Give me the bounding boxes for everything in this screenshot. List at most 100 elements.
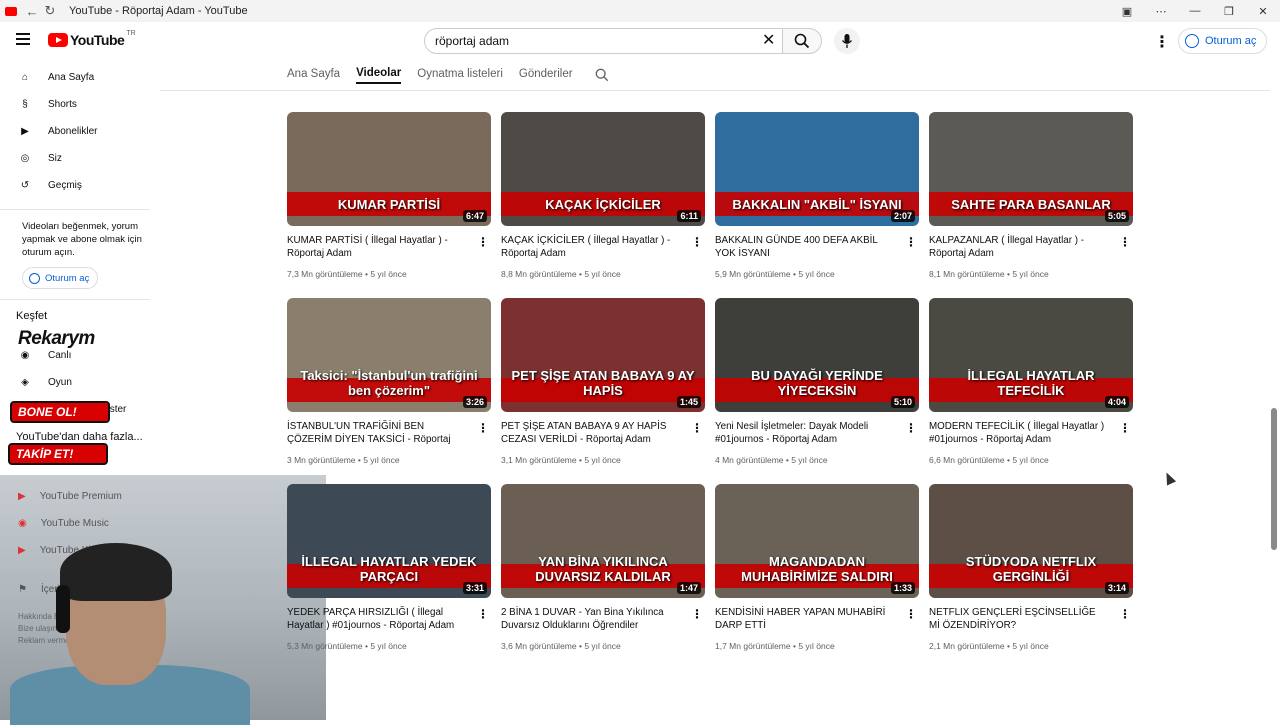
video-menu-icon[interactable]: ⋮: [691, 235, 703, 249]
video-title[interactable]: 2 BİNA 1 DUVAR - Yan Bina Yıkılınca Duva…: [501, 606, 681, 632]
sidebar-item-you[interactable]: ◎ Siz: [0, 145, 160, 172]
video-thumbnail[interactable]: BAKKALIN "AKBİL" İSYANI 2:07: [715, 112, 919, 226]
settings-menu-icon[interactable]: ⋮: [1154, 32, 1170, 52]
scrollbar-thumb[interactable]: [1271, 408, 1277, 550]
clear-search-icon[interactable]: ✕: [762, 32, 775, 50]
video-title[interactable]: NETFLIX GENÇLERİ EŞCİNSELLİĞE Mİ ÖZENDİR…: [929, 606, 1109, 632]
video-card[interactable]: KUMAR PARTİSİ 6:47 KUMAR PARTİSİ ( İllegal…: [287, 112, 491, 298]
video-card[interactable]: MAGANDADAN MUHABİRİMİZE SALDIRI 1:33 KENDİ…: [715, 484, 919, 670]
search-button[interactable]: [782, 28, 822, 54]
subscriptions-icon: ▶: [21, 126, 29, 137]
video-title[interactable]: KAÇAK İÇKİCİLER ( İllegal Hayatlar ) - R…: [501, 234, 681, 260]
video-card[interactable]: YAN BİNA YIKILINCA DUVARSIZ KALDILAR 1:47…: [501, 484, 705, 670]
logo-text: YouTube: [70, 32, 125, 48]
video-age: 5 yıl önce: [1012, 455, 1049, 465]
video-card[interactable]: STÜDYODA NETFLIX GERGİNLİĞİ 3:14 NETFLIX G…: [929, 484, 1133, 670]
video-menu-icon[interactable]: ⋮: [691, 607, 703, 621]
video-menu-icon[interactable]: ⋮: [905, 235, 917, 249]
thumbnail-caption: Taksici: "İstanbul'un trafiğini ben çöze…: [300, 368, 478, 398]
maximize-icon[interactable]: ❐: [1212, 5, 1246, 18]
video-thumbnail[interactable]: Taksici: "İstanbul'un trafiğini ben çöze…: [287, 298, 491, 412]
sidebar-item-premium[interactable]: ▶ YouTube Premium: [18, 483, 122, 510]
video-menu-icon[interactable]: ⋮: [905, 607, 917, 621]
sidebar-item-gaming[interactable]: ◈ Oyun: [0, 369, 160, 396]
sidebar-item-label: Shorts: [48, 99, 77, 110]
video-stats: 3 Mn görüntüleme • 5 yıl önce: [287, 455, 491, 465]
video-menu-icon[interactable]: ⋮: [477, 235, 489, 249]
tab-videos[interactable]: Videolar: [356, 67, 402, 84]
sidebar-signin-button[interactable]: Oturum aç: [22, 267, 98, 289]
menu-icon[interactable]: [16, 33, 30, 45]
video-stats: 4 Mn görüntüleme • 5 yıl önce: [715, 455, 919, 465]
video-title[interactable]: Yeni Nesil İşletmeler: Dayak Modeli #01j…: [715, 420, 895, 446]
signin-label: Oturum aç: [45, 272, 90, 284]
video-menu-icon[interactable]: ⋮: [477, 607, 489, 621]
video-age: 5 yıl önce: [584, 641, 621, 651]
video-menu-icon[interactable]: ⋮: [1119, 235, 1131, 249]
close-window-icon[interactable]: ✕: [1246, 5, 1280, 18]
video-thumbnail[interactable]: STÜDYODA NETFLIX GERGİNLİĞİ 3:14: [929, 484, 1133, 598]
signin-label: Oturum aç: [1205, 35, 1257, 47]
live-icon: ◉: [20, 350, 30, 361]
video-thumbnail[interactable]: KAÇAK İÇKİCİLER 6:11: [501, 112, 705, 226]
channel-search-icon[interactable]: [595, 68, 609, 82]
back-arrow-icon[interactable]: ←: [23, 4, 41, 19]
video-title[interactable]: KUMAR PARTİSİ ( İllegal Hayatlar ) - Röp…: [287, 234, 467, 260]
sidebar-item-subscriptions[interactable]: ▶ Abonelikler: [0, 118, 160, 145]
sidebar-item-music[interactable]: ◉ YouTube Music: [18, 510, 122, 537]
minimize-icon[interactable]: —: [1178, 5, 1212, 17]
video-card[interactable]: Taksici: "İstanbul'un trafiğini ben çöze…: [287, 298, 491, 484]
video-thumbnail[interactable]: PET ŞİŞE ATAN BABAYA 9 AY HAPİS 1:45: [501, 298, 705, 412]
search-input[interactable]: [435, 34, 755, 48]
video-title[interactable]: İSTANBUL'UN TRAFİĞİNİ BEN ÇÖZERİM DİYEN …: [287, 420, 467, 446]
tab-playlists[interactable]: Oynatma listeleri: [417, 68, 503, 83]
video-title[interactable]: MODERN TEFECİLİK ( İllegal Hayatlar ) #0…: [929, 420, 1109, 446]
video-menu-icon[interactable]: ⋮: [1119, 421, 1131, 435]
reload-icon[interactable]: ↻: [41, 3, 59, 19]
app-icon[interactable]: ▣: [1110, 5, 1144, 18]
sidebar-item-history[interactable]: ↺ Geçmiş: [0, 172, 160, 199]
video-thumbnail[interactable]: İLLEGAL HAYATLAR TEFECİLİK 4:04: [929, 298, 1133, 412]
sidebar-item-home[interactable]: ⌂ Ana Sayfa: [0, 64, 160, 91]
youtube-logo[interactable]: YouTube TR: [48, 30, 136, 48]
channel-tabs: Ana Sayfa Videolar Oynatma listeleri Gön…: [287, 64, 609, 86]
video-card[interactable]: PET ŞİŞE ATAN BABAYA 9 AY HAPİS 1:45 PET Ş…: [501, 298, 705, 484]
gaming-icon: ◈: [21, 377, 29, 388]
video-thumbnail[interactable]: KUMAR PARTİSİ 6:47: [287, 112, 491, 226]
video-title[interactable]: KENDİSİNİ HABER YAPAN MUHABİRİ DARP ETTİ: [715, 606, 895, 632]
youtube-premium-icon: ▶: [18, 491, 26, 502]
video-title[interactable]: YEDEK PARÇA HIRSIZLIĞI ( İllegal Hayatla…: [287, 606, 467, 632]
headphones: [56, 585, 70, 633]
video-menu-icon[interactable]: ⋮: [691, 421, 703, 435]
video-card[interactable]: İLLEGAL HAYATLAR TEFECİLİK 4:04 MODERN TEF…: [929, 298, 1133, 484]
video-card[interactable]: SAHTE PARA BASANLAR 5:05 KALPAZANLAR ( İll…: [929, 112, 1133, 298]
tab-posts[interactable]: Gönderiler: [519, 68, 573, 83]
video-title[interactable]: BAKKALIN GÜNDE 400 DEFA AKBİL YOK İSYANI: [715, 234, 895, 260]
more-from-youtube-heading: YouTube'dan daha fazla...: [16, 431, 143, 443]
video-meta: NETFLIX GENÇLERİ EŞCİNSELLİĞE Mİ ÖZENDİR…: [929, 598, 1133, 651]
video-thumbnail[interactable]: MAGANDADAN MUHABİRİMİZE SALDIRI 1:33: [715, 484, 919, 598]
video-card[interactable]: BU DAYAĞI YERİNDE YİYECEKSİN 5:10 Yeni Nes…: [715, 298, 919, 484]
video-menu-icon[interactable]: ⋮: [905, 421, 917, 435]
video-thumbnail[interactable]: BU DAYAĞI YERİNDE YİYECEKSİN 5:10: [715, 298, 919, 412]
window-more-icon[interactable]: ⋯: [1144, 5, 1178, 18]
video-card[interactable]: KAÇAK İÇKİCİLER 6:11 KAÇAK İÇKİCİLER ( İll…: [501, 112, 705, 298]
video-title[interactable]: PET ŞİŞE ATAN BABAYA 9 AY HAPİS CEZASI V…: [501, 420, 681, 446]
video-thumbnail[interactable]: YAN BİNA YIKILINCA DUVARSIZ KALDILAR 1:47: [501, 484, 705, 598]
video-duration: 3:26: [462, 396, 487, 408]
video-menu-icon[interactable]: ⋮: [1119, 607, 1131, 621]
search-box[interactable]: [424, 28, 784, 54]
sidebar-item-shorts[interactable]: § Shorts: [0, 91, 160, 118]
video-menu-icon[interactable]: ⋮: [477, 421, 489, 435]
masthead: YouTube TR ✕ ⋮ Oturum aç: [0, 22, 1280, 58]
thumbnail-caption: BU DAYAĞI YERİNDE YİYECEKSİN: [751, 368, 883, 398]
video-thumbnail[interactable]: İLLEGAL HAYATLAR YEDEK PARÇACI 3:31: [287, 484, 491, 598]
sidebar-item-label: Siz: [48, 153, 62, 164]
video-card[interactable]: İLLEGAL HAYATLAR YEDEK PARÇACI 3:31 YEDEK …: [287, 484, 491, 670]
tab-home[interactable]: Ana Sayfa: [287, 68, 340, 83]
video-title[interactable]: KALPAZANLAR ( İllegal Hayatlar ) - Röpor…: [929, 234, 1109, 260]
voice-search-button[interactable]: [834, 28, 860, 54]
video-thumbnail[interactable]: SAHTE PARA BASANLAR 5:05: [929, 112, 1133, 226]
signin-button[interactable]: Oturum aç: [1178, 28, 1268, 54]
video-card[interactable]: BAKKALIN "AKBİL" İSYANI 2:07 BAKKALIN GÜND…: [715, 112, 919, 298]
